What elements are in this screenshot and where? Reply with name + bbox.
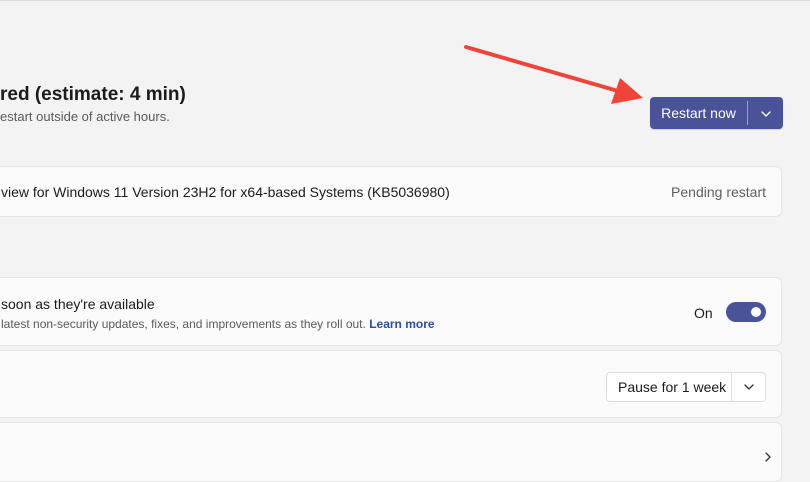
annotation-arrow-icon xyxy=(464,45,643,104)
